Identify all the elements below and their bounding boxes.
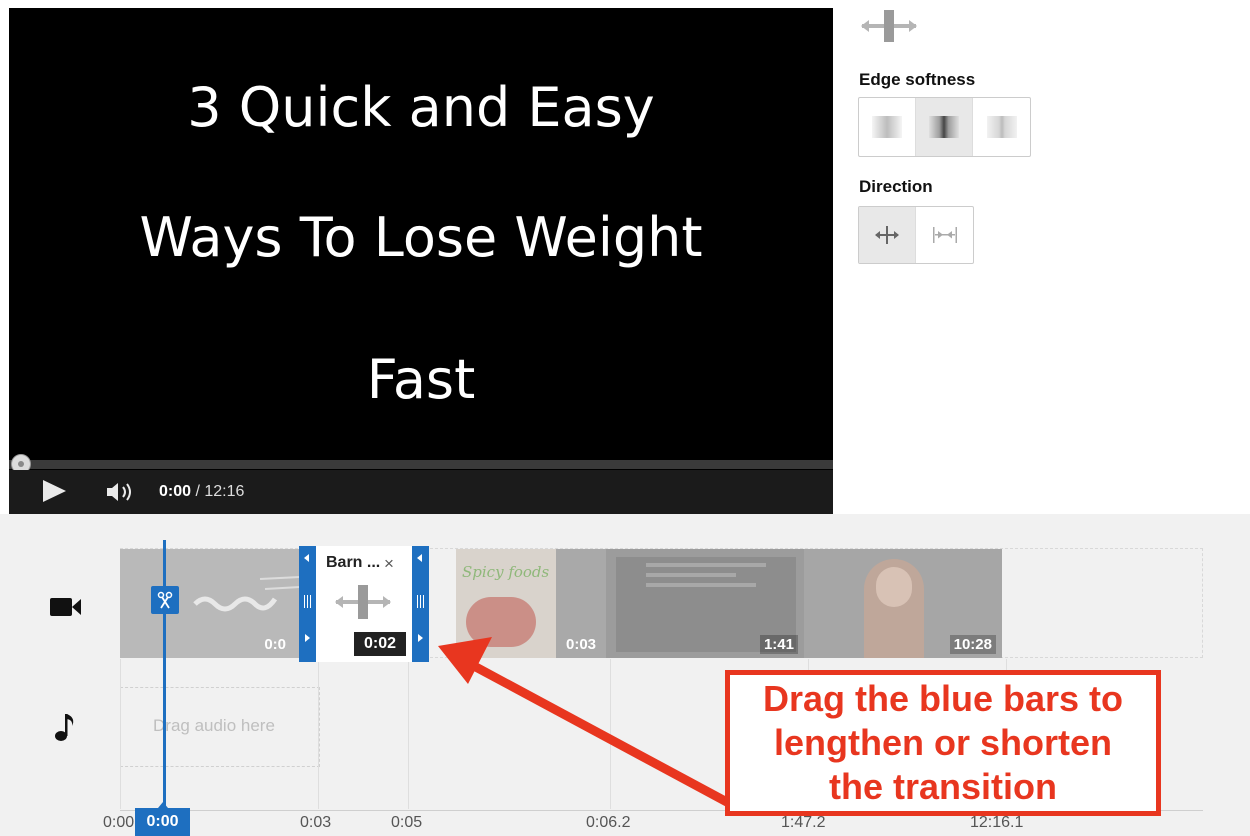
close-icon[interactable]: × bbox=[384, 554, 394, 574]
callout-line-2: lengthen or shorten bbox=[773, 722, 1112, 763]
expand-horizontal-icon bbox=[875, 226, 899, 244]
food-bowl-image bbox=[466, 597, 536, 647]
soft-edge-icon bbox=[872, 116, 902, 138]
audio-drop-zone[interactable]: Drag audio here bbox=[120, 687, 320, 767]
ruler-label: 0:06.2 bbox=[586, 814, 631, 831]
video-player[interactable]: 3 Quick and Easy Ways To Lose Weight Fas… bbox=[9, 8, 833, 514]
edge-softness-label: Edge softness bbox=[859, 70, 976, 89]
clip-3-duration: 1:41 bbox=[759, 635, 798, 654]
video-clip-2[interactable]: Spicy foods 0:03 bbox=[456, 549, 606, 658]
transition-name: Barn ... bbox=[326, 554, 381, 571]
ruler-label: 12:16.1 bbox=[970, 814, 1024, 831]
edge-softness-medium-button[interactable] bbox=[916, 98, 973, 156]
clip-2-caption: Spicy foods bbox=[462, 563, 550, 581]
transition-body[interactable]: Barn ... × 0:02 bbox=[316, 546, 412, 662]
playhead-time: 0:00 bbox=[135, 802, 190, 836]
video-title-line-3: Fast bbox=[366, 348, 476, 411]
direction-options bbox=[858, 206, 974, 264]
grid-line bbox=[120, 659, 121, 809]
time-display: 0:00 / 12:16 bbox=[159, 483, 244, 501]
time-separator: / bbox=[191, 483, 205, 500]
clip-4-duration: 10:28 bbox=[949, 635, 996, 654]
callout-line-1: Drag the blue bars to bbox=[762, 678, 1124, 719]
grip-icon bbox=[417, 595, 424, 608]
transition-right-handle[interactable] bbox=[412, 546, 429, 662]
grid-line bbox=[408, 659, 409, 809]
right-arrow-icon bbox=[418, 634, 423, 642]
audio-drop-label: Drag audio here bbox=[153, 716, 275, 735]
hard-edge-icon bbox=[986, 116, 1017, 138]
grid-line bbox=[318, 659, 319, 809]
left-arrow-icon bbox=[417, 554, 422, 562]
video-camera-icon bbox=[50, 598, 81, 616]
barn-door-transition-icon bbox=[858, 8, 920, 44]
clip-1-duration: 0:0 bbox=[264, 636, 286, 653]
player-controls: 0:00 / 12:16 bbox=[9, 470, 833, 514]
grip-icon bbox=[304, 595, 311, 608]
thumbnail-line bbox=[646, 573, 736, 577]
edge-softness-soft-button[interactable] bbox=[859, 98, 916, 156]
clip-2-duration: 0:03 bbox=[566, 636, 597, 653]
video-clip-3[interactable]: 1:41 bbox=[606, 549, 804, 658]
split-clip-button[interactable] bbox=[151, 586, 179, 614]
video-title-line-1: 3 Quick and Easy bbox=[187, 76, 655, 139]
clip-2-thumbnail: Spicy foods bbox=[456, 549, 556, 658]
edge-softness-options bbox=[858, 97, 1031, 157]
volume-icon[interactable] bbox=[105, 481, 139, 503]
direction-close-button[interactable] bbox=[916, 207, 973, 263]
edge-softness-hard-button[interactable] bbox=[973, 98, 1030, 156]
transition-block[interactable]: Barn ... × 0:02 bbox=[299, 546, 429, 662]
ruler-label: 0:03 bbox=[300, 814, 332, 831]
video-clip-4[interactable]: 10:28 bbox=[804, 549, 1002, 658]
collapse-horizontal-icon bbox=[932, 227, 957, 243]
right-arrow-icon bbox=[305, 634, 310, 642]
barn-door-icon bbox=[335, 585, 391, 619]
music-note-icon bbox=[55, 714, 74, 741]
left-arrow-icon bbox=[304, 554, 309, 562]
progress-bar[interactable] bbox=[9, 454, 833, 474]
grid-line bbox=[610, 659, 611, 809]
scissors-icon bbox=[157, 591, 173, 609]
ruler-label: 1:47.2 bbox=[781, 814, 826, 831]
direction-open-button[interactable] bbox=[859, 207, 916, 263]
clip-4-thumbnail-face bbox=[876, 567, 912, 607]
video-title-line-2: Ways To Lose Weight bbox=[139, 206, 703, 269]
current-time: 0:00 bbox=[159, 483, 192, 500]
thumbnail-line bbox=[646, 563, 766, 567]
transition-duration: 0:02 bbox=[354, 632, 406, 656]
callout-line-3: the transition bbox=[828, 766, 1057, 807]
medium-edge-icon bbox=[929, 116, 959, 138]
direction-label: Direction bbox=[859, 177, 933, 196]
ruler-label: 0:00 bbox=[103, 814, 135, 831]
playhead-line[interactable] bbox=[163, 540, 166, 810]
annotation-callout: Drag the blue bars to lengthen or shorte… bbox=[725, 670, 1161, 816]
transition-left-handle[interactable] bbox=[299, 546, 316, 662]
play-icon[interactable] bbox=[43, 480, 66, 502]
thumbnail-line bbox=[646, 583, 756, 587]
video-clip-1[interactable]: 0:0 bbox=[120, 549, 300, 658]
total-duration: 12:16 bbox=[204, 483, 245, 500]
ruler-label: 0:05 bbox=[391, 814, 423, 831]
